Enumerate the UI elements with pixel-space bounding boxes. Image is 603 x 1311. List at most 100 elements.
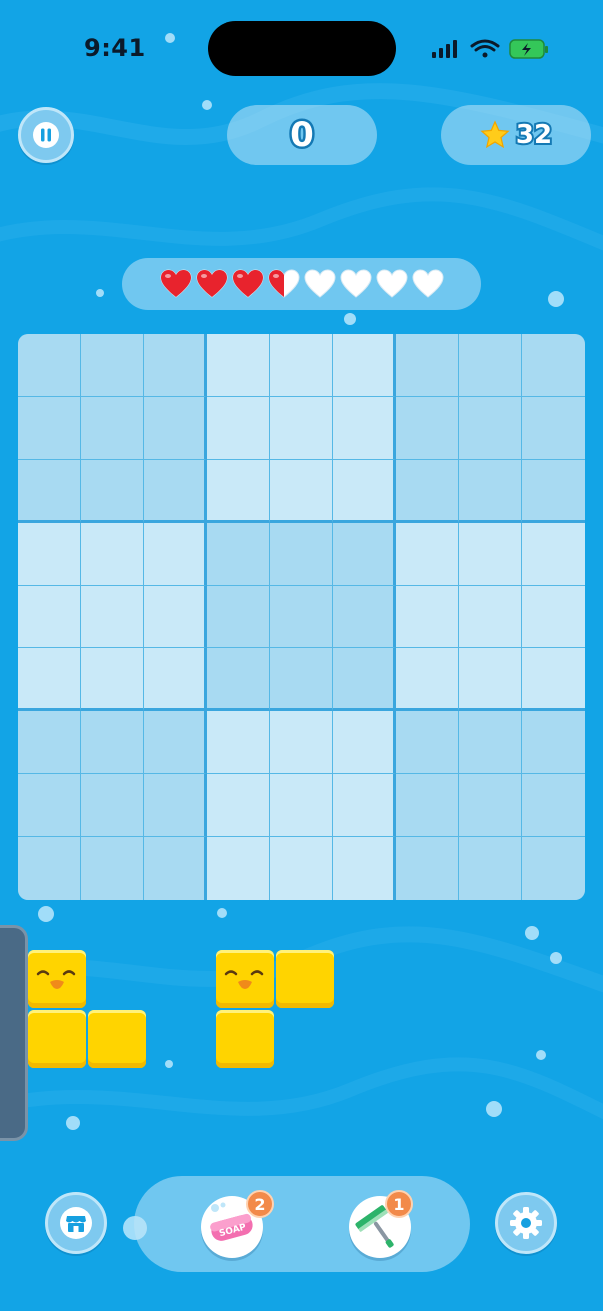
board-cell[interactable] <box>207 711 270 775</box>
board-cell[interactable] <box>522 648 585 712</box>
board-cell[interactable] <box>396 648 459 712</box>
board-cell[interactable] <box>144 837 207 900</box>
board-cell[interactable] <box>333 522 396 586</box>
board-cell[interactable] <box>81 837 144 900</box>
board-cell[interactable] <box>396 334 459 397</box>
board-cell[interactable] <box>459 774 522 838</box>
board-cell[interactable] <box>333 711 396 775</box>
board-cell[interactable] <box>459 711 522 775</box>
bubble <box>217 908 227 918</box>
board-cell[interactable] <box>18 648 81 712</box>
board-cell[interactable] <box>333 648 396 712</box>
board-cell[interactable] <box>270 774 333 838</box>
board-cell[interactable] <box>333 459 396 523</box>
board-cell[interactable] <box>18 837 81 900</box>
board-cell[interactable] <box>396 585 459 649</box>
board-cell[interactable] <box>18 459 81 523</box>
board-cell[interactable] <box>270 459 333 523</box>
squeegee-booster-button[interactable]: 1 <box>349 1190 413 1258</box>
board-cell[interactable] <box>207 585 270 649</box>
pause-button[interactable] <box>18 107 74 163</box>
board-cell[interactable] <box>459 334 522 397</box>
board-cell[interactable] <box>18 522 81 586</box>
board-cell[interactable] <box>144 522 207 586</box>
board-cell[interactable] <box>81 711 144 775</box>
board-cell[interactable] <box>207 837 270 900</box>
bubble <box>96 289 104 297</box>
settings-button[interactable] <box>495 1192 557 1254</box>
bubble <box>525 926 539 940</box>
board-cell[interactable] <box>270 585 333 649</box>
board-cell[interactable] <box>333 774 396 838</box>
board-cell[interactable] <box>522 711 585 775</box>
board-cell[interactable] <box>396 459 459 523</box>
board-cell[interactable] <box>207 522 270 586</box>
heart-icon <box>195 269 228 298</box>
duck-block <box>28 950 86 1008</box>
bubble <box>548 291 564 307</box>
board-cell[interactable] <box>81 334 144 397</box>
board-cell[interactable] <box>459 648 522 712</box>
board-cell[interactable] <box>459 522 522 586</box>
board-cell[interactable] <box>144 774 207 838</box>
board-cell[interactable] <box>270 711 333 775</box>
board-cell[interactable] <box>207 396 270 460</box>
heart-icon <box>375 269 408 298</box>
board-cell[interactable] <box>207 648 270 712</box>
side-panel-tab[interactable] <box>0 925 28 1141</box>
board-cell[interactable] <box>333 396 396 460</box>
board-cell[interactable] <box>522 396 585 460</box>
board-cell[interactable] <box>144 648 207 712</box>
board-cell[interactable] <box>396 837 459 900</box>
board-cell[interactable] <box>18 396 81 460</box>
board-cell[interactable] <box>333 837 396 900</box>
board-cell[interactable] <box>207 334 270 397</box>
board-cell[interactable] <box>270 522 333 586</box>
board-cell[interactable] <box>81 459 144 523</box>
board-cell[interactable] <box>459 396 522 460</box>
board-cell[interactable] <box>270 837 333 900</box>
board-cell[interactable] <box>333 334 396 397</box>
board-cell[interactable] <box>459 837 522 900</box>
board-cell[interactable] <box>144 711 207 775</box>
board-cell[interactable] <box>144 585 207 649</box>
heart-icon <box>411 269 444 298</box>
board-cell[interactable] <box>207 459 270 523</box>
board-cell[interactable] <box>144 334 207 397</box>
soap-booster-button[interactable]: SOAP 2 <box>201 1190 274 1258</box>
board-cell[interactable] <box>81 396 144 460</box>
wifi-icon <box>470 39 500 58</box>
board-cell[interactable] <box>81 522 144 586</box>
board-cell[interactable] <box>18 711 81 775</box>
board-cell[interactable] <box>18 585 81 649</box>
board-cell[interactable] <box>333 585 396 649</box>
bubble <box>165 1060 173 1068</box>
board-cell[interactable] <box>81 648 144 712</box>
board-cell[interactable] <box>459 585 522 649</box>
board-cell[interactable] <box>144 459 207 523</box>
board-cell[interactable] <box>396 711 459 775</box>
board-cell[interactable] <box>396 396 459 460</box>
board-cell[interactable] <box>18 774 81 838</box>
board-cell[interactable] <box>81 585 144 649</box>
board-cell[interactable] <box>396 774 459 838</box>
board-cell[interactable] <box>270 648 333 712</box>
board-cell[interactable] <box>270 396 333 460</box>
board-cell[interactable] <box>81 774 144 838</box>
board-cell[interactable] <box>522 522 585 586</box>
board-cell[interactable] <box>207 774 270 838</box>
board-cell[interactable] <box>522 837 585 900</box>
board-cell[interactable] <box>522 459 585 523</box>
game-board[interactable] <box>18 334 585 900</box>
board-cell[interactable] <box>396 522 459 586</box>
board-cell[interactable] <box>270 334 333 397</box>
heart-icon <box>231 269 264 298</box>
board-cell[interactable] <box>18 334 81 397</box>
board-cell[interactable] <box>522 585 585 649</box>
board-cell[interactable] <box>144 396 207 460</box>
bubble <box>202 100 212 110</box>
board-cell[interactable] <box>522 334 585 397</box>
board-cell[interactable] <box>459 459 522 523</box>
shop-button[interactable] <box>45 1192 107 1254</box>
board-cell[interactable] <box>522 774 585 838</box>
